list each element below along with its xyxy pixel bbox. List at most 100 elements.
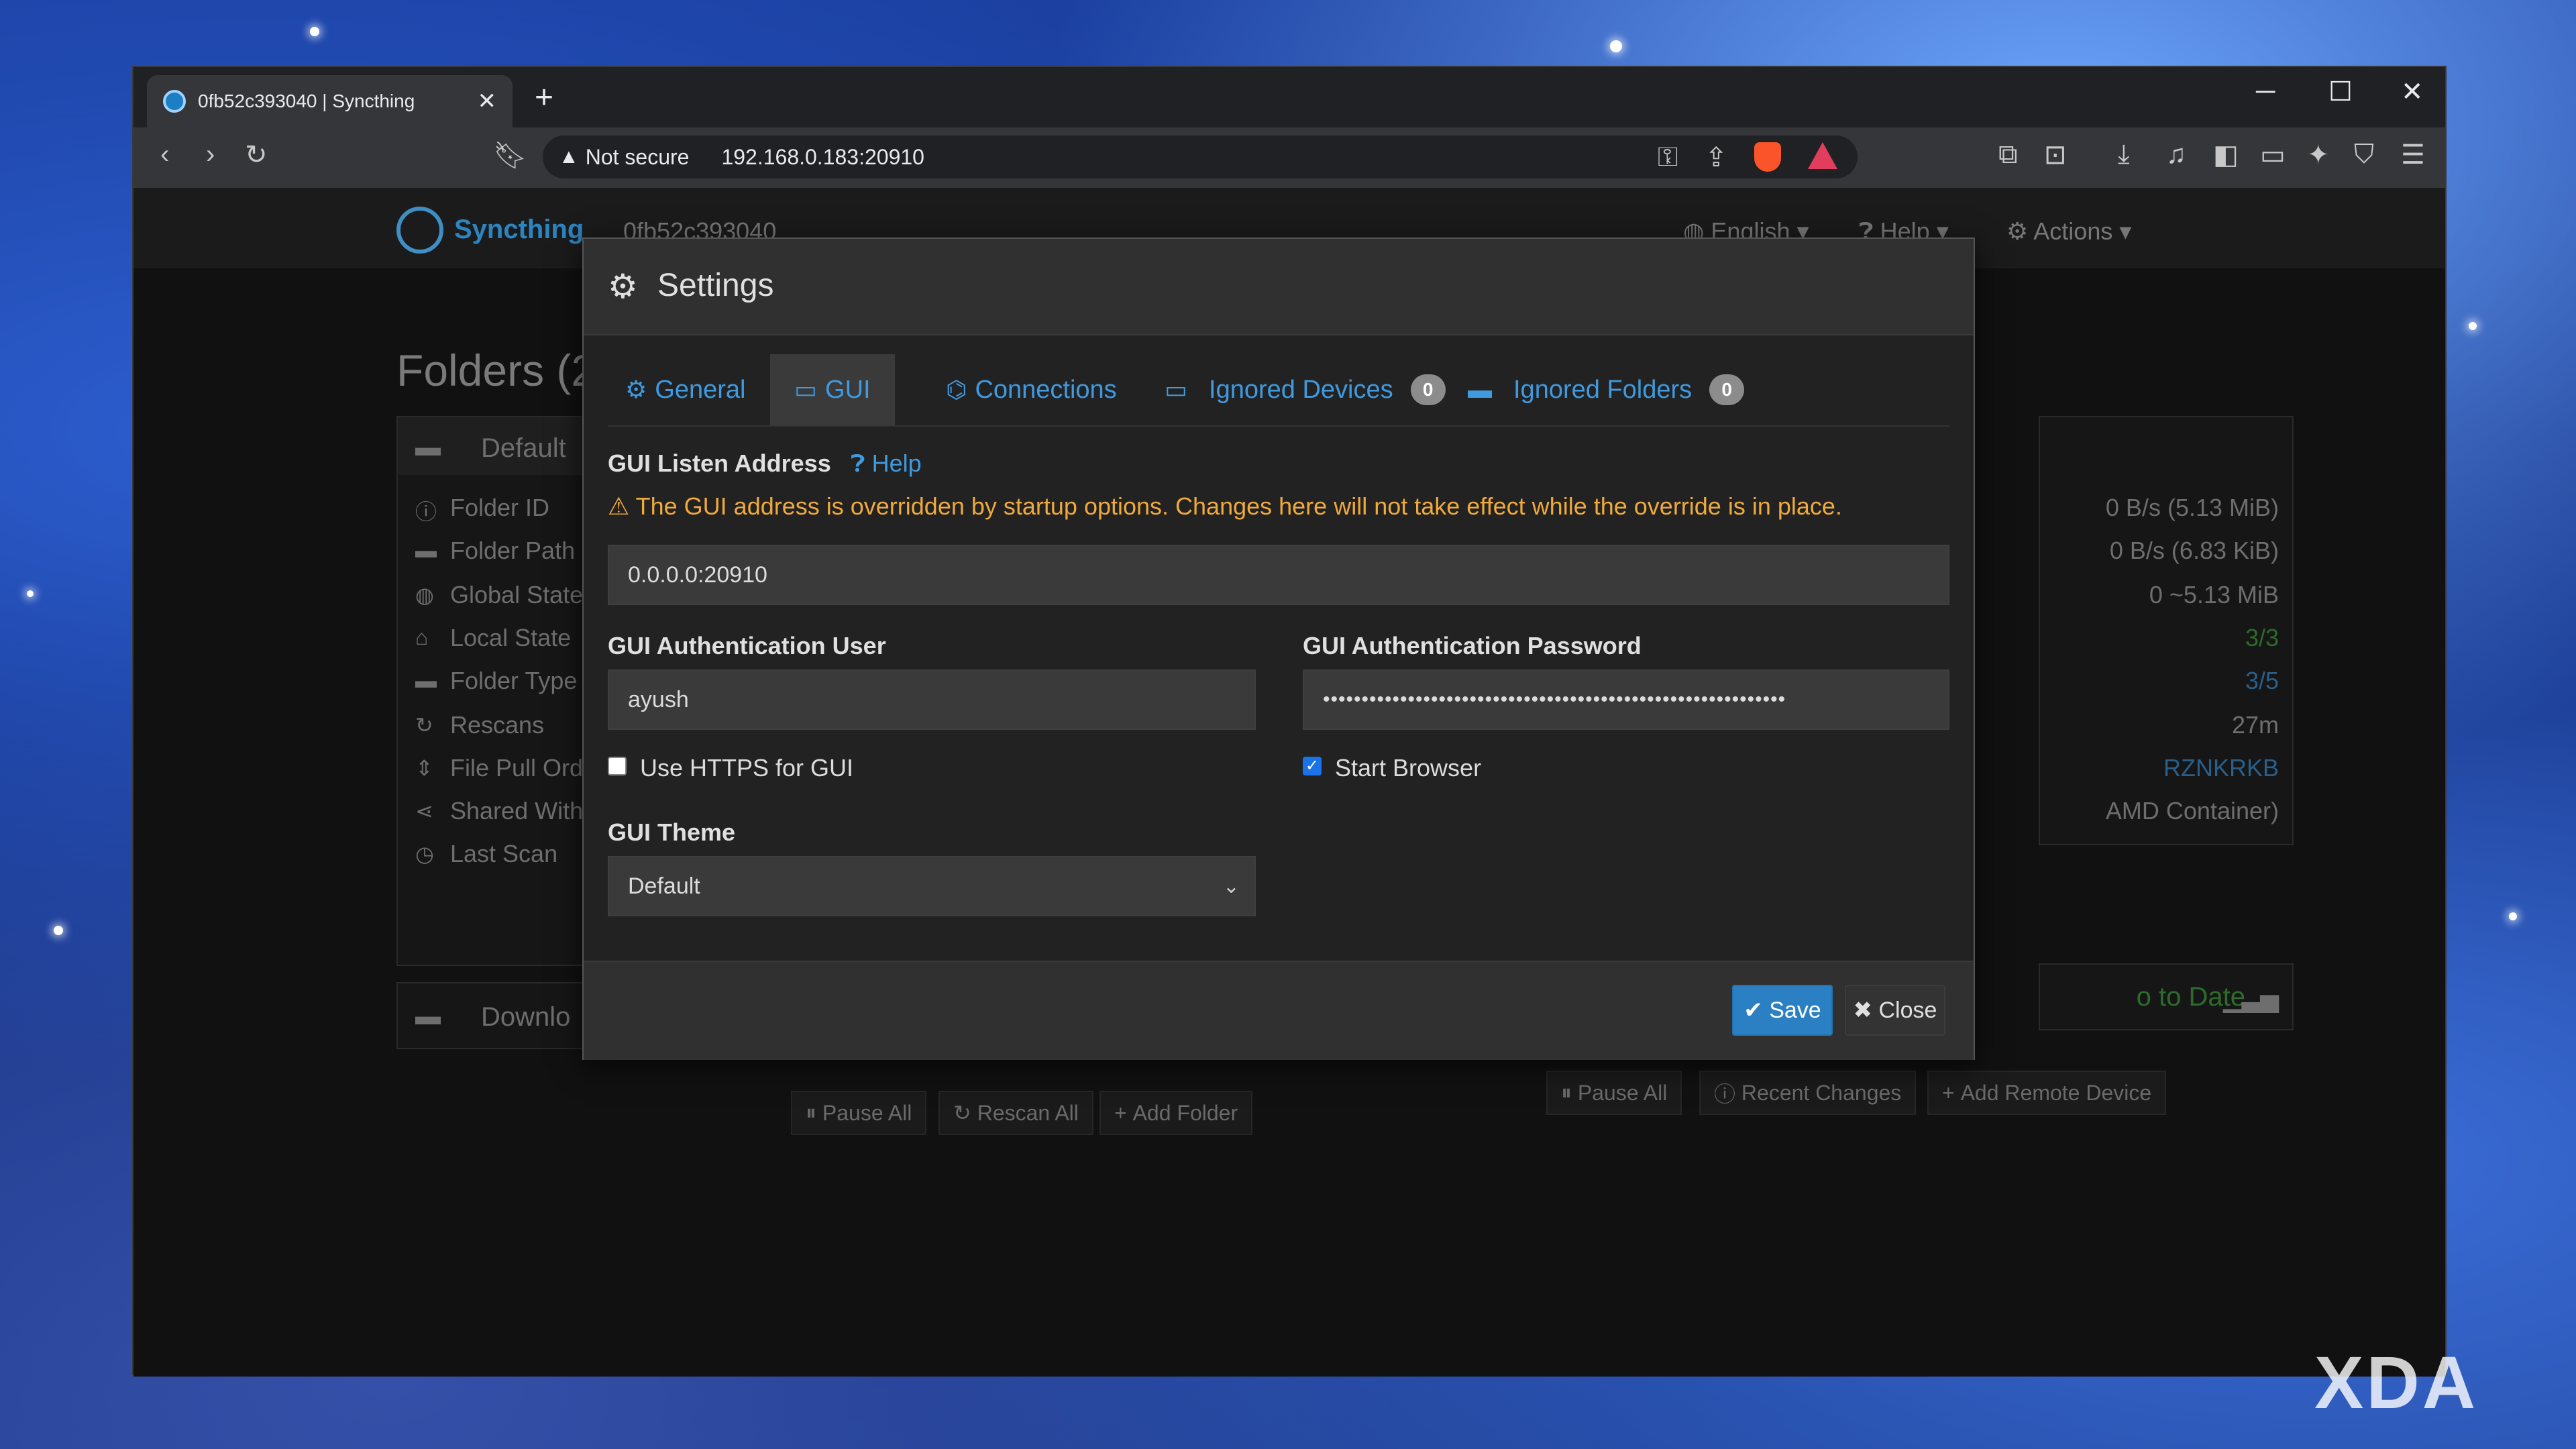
tab-label: Connections: [975, 375, 1117, 404]
key-icon[interactable]: ⚿: [1658, 142, 1678, 173]
browser-toolbar: ‹ › ↻ 🔖︎ ▲ Not secure 192.168.0.183:2091…: [133, 127, 2445, 188]
folder-icon: ▬: [415, 668, 437, 692]
help-label: Help: [871, 449, 922, 477]
syncthing-favicon-icon: [163, 90, 186, 113]
row-label: Local State: [450, 624, 572, 651]
tab-gui[interactable]: ▭ GUI: [770, 354, 895, 425]
url-text[interactable]: 192.168.0.183:20910: [721, 145, 924, 170]
start-browser-checkbox[interactable]: ✓: [1303, 757, 1322, 775]
rescan-all-button[interactable]: ↻ Rescan All: [938, 1091, 1093, 1135]
btn-label: Pause All: [1577, 1080, 1668, 1105]
row-label: Last Scan: [450, 840, 558, 867]
auth-user-label: GUI Authentication User: [608, 632, 886, 659]
refresh-icon: ↻: [415, 713, 433, 737]
settings-modal: ⚙ Settings ⚙ General ▭ GUI ⌬ Connections…: [582, 237, 1975, 1060]
modal-header: ⚙ Settings: [584, 239, 1974, 335]
close-button[interactable]: ✖ Close: [1845, 985, 1945, 1036]
window-close-icon[interactable]: ✕: [2401, 76, 2424, 107]
home-icon: ⌂: [415, 625, 429, 649]
folders-heading: Folders (2): [396, 345, 611, 395]
syncthing-logo-icon: [396, 207, 443, 254]
help-link[interactable]: ❓︎ Help: [851, 449, 922, 478]
tab-label: GUI: [825, 375, 871, 404]
address-bar[interactable]: ▲ Not secure 192.168.0.183:20910 ⚿ ⇪: [543, 136, 1858, 178]
folder-name: Default: [481, 433, 566, 463]
gui-theme-select[interactable]: Default ⌄: [608, 856, 1256, 916]
check-icon: ✔: [1743, 998, 1763, 1023]
brave-shields-icon[interactable]: [1754, 142, 1781, 172]
media-icon[interactable]: ♫: [2166, 140, 2186, 170]
monitor-icon: ▭: [794, 376, 818, 403]
tab-general[interactable]: ⚙ General: [625, 354, 745, 425]
btn-label: Add Remote Device: [1960, 1080, 2152, 1105]
tab-close-icon[interactable]: ✕: [478, 88, 497, 115]
not-secure-label[interactable]: Not secure: [586, 145, 690, 170]
row-value: AMD Container): [2105, 797, 2279, 824]
browser-tab[interactable]: 0fb52c393040 | Syncthing ✕: [147, 75, 513, 127]
back-icon[interactable]: ‹: [160, 140, 169, 170]
extensions-icon[interactable]: ⧉: [1998, 140, 2018, 170]
save-label: Save: [1769, 997, 1821, 1023]
bookmark-icon[interactable]: 🔖︎: [493, 140, 527, 171]
minimize-icon[interactable]: ─: [2256, 76, 2275, 107]
xda-watermark: XDA: [2314, 1342, 2479, 1424]
leo-ai-icon[interactable]: ✦: [2307, 140, 2330, 170]
use-https-label[interactable]: Use HTTPS for GUI: [640, 754, 853, 782]
tab-label: Ignored Devices: [1209, 375, 1393, 404]
recent-changes-button[interactable]: ⓘ Recent Changes: [1699, 1071, 1917, 1115]
row-value: 0 B/s (5.13 MiB): [2105, 494, 2279, 521]
start-browser-label[interactable]: Start Browser: [1335, 754, 1481, 782]
tab-ignored-devices[interactable]: ▭ Ignored Devices 0: [1165, 354, 1446, 425]
folder-icon: ▬: [415, 1002, 441, 1030]
share-icon[interactable]: ⇪: [1705, 142, 1727, 173]
brave-rewards-icon[interactable]: [1808, 142, 1837, 169]
row-value: 3/5: [2245, 667, 2279, 694]
new-tab-icon[interactable]: +: [535, 79, 553, 116]
screenshot-icon[interactable]: ⊡: [2044, 140, 2067, 170]
listen-address-input[interactable]: 0.0.0.0:20910: [608, 545, 1949, 605]
star-decoration: [310, 27, 319, 36]
pause-all-devices-button[interactable]: ⏸ Pause All: [1546, 1071, 1682, 1115]
star-decoration: [2509, 912, 2517, 920]
folder-icon: ▬: [415, 433, 441, 462]
vpn-icon[interactable]: ⛉: [2354, 140, 2374, 170]
row-value: 3/3: [2245, 624, 2279, 651]
actions-menu[interactable]: ⚙ Actions ▾: [2006, 217, 2131, 246]
pause-all-folders-button[interactable]: ⏸ Pause All: [791, 1091, 927, 1135]
star-decoration: [27, 590, 34, 597]
brand-name[interactable]: Syncthing: [454, 215, 584, 245]
menu-icon[interactable]: ☰: [2401, 140, 2425, 170]
star-decoration: [1610, 40, 1622, 52]
question-circle-icon: ❓︎: [851, 449, 865, 477]
sidebar-icon[interactable]: ◧: [2213, 140, 2239, 170]
add-remote-device-button[interactable]: + Add Remote Device: [1927, 1071, 2167, 1115]
reload-icon[interactable]: ↻: [245, 140, 268, 170]
tab-ignored-folders[interactable]: ▬ Ignored Folders 0: [1468, 354, 1745, 425]
star-decoration: [54, 926, 63, 935]
wallet-icon[interactable]: ▭: [2260, 140, 2286, 170]
btn-label: Add Folder: [1132, 1100, 1238, 1125]
auth-password-input[interactable]: ••••••••••••••••••••••••••••••••••••••••…: [1303, 669, 1949, 730]
use-https-checkbox[interactable]: [608, 757, 627, 775]
btn-label: Rescan All: [977, 1100, 1079, 1125]
maximize-icon[interactable]: ☐: [2328, 76, 2353, 107]
tab-label: General: [655, 375, 746, 404]
auth-password-label: GUI Authentication Password: [1303, 632, 1642, 659]
warning-triangle-icon: ▲: [559, 146, 579, 168]
modal-title: Settings: [657, 268, 774, 303]
save-button[interactable]: ✔ Save: [1732, 985, 1833, 1036]
auth-user-input[interactable]: ayush: [608, 669, 1256, 730]
network-icon: ⌬: [946, 376, 967, 403]
download-icon[interactable]: ⤓: [2118, 140, 2130, 170]
tab-connections[interactable]: ⌬ Connections: [946, 354, 1117, 425]
folder-name: Downlo: [481, 1002, 571, 1032]
row-value: 0 B/s (6.83 KiB): [2109, 537, 2279, 564]
row-value: 27m: [2231, 711, 2279, 739]
forward-icon[interactable]: ›: [206, 140, 215, 170]
omnibox-actions: ⚿ ⇪: [1658, 142, 1837, 173]
add-folder-button[interactable]: + Add Folder: [1099, 1091, 1253, 1135]
override-warning: ⚠ The GUI address is overridden by start…: [608, 492, 1842, 521]
row-label: Folder ID: [450, 494, 550, 521]
device-status-panel[interactable]: o to Date ▁▃▅: [2039, 963, 2294, 1030]
row-label: Folder Type: [450, 667, 578, 694]
